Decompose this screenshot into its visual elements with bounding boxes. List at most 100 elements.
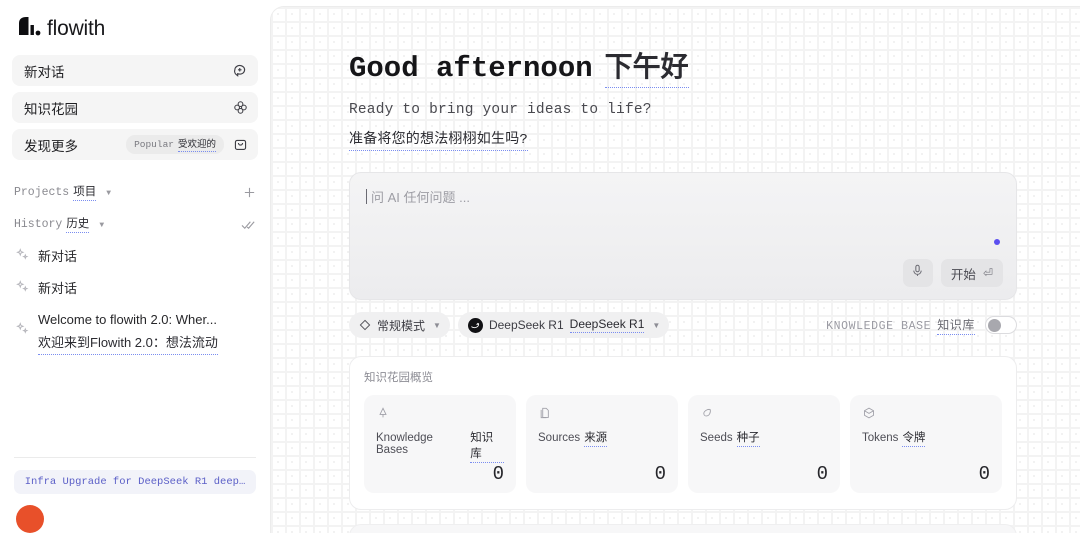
history-item-title: 新对话 <box>38 280 78 296</box>
stat-tile-name: Sources 来源 <box>538 429 666 447</box>
brand-name: flowith <box>47 16 106 40</box>
section-label-projects: Projects 项目 ▼ <box>14 183 111 201</box>
double-check-icon[interactable] <box>241 218 256 231</box>
avatar[interactable] <box>16 505 44 533</box>
chevron-down-icon: ▼ <box>652 320 661 330</box>
model-selector[interactable]: DeepSeek R1 DeepSeek R1 ▼ <box>457 312 670 338</box>
chevron-down-icon: ▼ <box>106 189 112 198</box>
stat-name-en: Knowledge Bases <box>376 432 433 456</box>
mode-label: 常规模式 <box>377 318 426 333</box>
chevron-down-icon: ▼ <box>99 221 105 230</box>
status-dot <box>994 239 1000 245</box>
tree-icon <box>376 405 504 421</box>
return-key-icon: ⏎ <box>982 266 993 280</box>
seed-icon <box>700 405 828 421</box>
list-item[interactable]: Welcome to flowith 2.0: Wher... 欢迎来到Flow… <box>10 305 260 360</box>
stat-name-zh: 令牌 <box>902 429 926 447</box>
flowith-logo-icon <box>16 16 42 41</box>
greeting-zh: 下午好 <box>604 45 689 88</box>
mode-selector[interactable]: 常规模式 ▼ <box>349 312 450 338</box>
sidebar-item-label: 新对话 <box>24 64 65 80</box>
stat-tile-name: Tokens 令牌 <box>862 429 990 447</box>
section-label-en: History <box>14 218 63 231</box>
main-content: Good afternoon 下午好 Ready to bring your i… <box>271 7 1080 533</box>
model-label-zh: DeepSeek R1 <box>569 317 645 333</box>
popular-badge-en: Popular <box>134 138 174 150</box>
knowledge-base-label-en: KNOWLEDGE BASE <box>826 319 932 333</box>
history-list: 新对话 新对话 Welcome to flowith 2.0: Wher... … <box>0 236 270 360</box>
stat-name-zh: 种子 <box>736 429 760 447</box>
text-caret <box>366 189 367 204</box>
stat-tile-name: Knowledge Bases 知识库 <box>376 429 504 463</box>
toggle-knob <box>988 319 1001 332</box>
start-button-label: 开始 <box>950 267 976 282</box>
stat-tile-tokens[interactable]: Tokens 令牌 0 <box>850 395 1002 493</box>
main-wrapper: Good afternoon 下午好 Ready to bring your i… <box>270 0 1080 533</box>
sidebar-footer: Infra Upgrade for DeepSeek R1 deep… <box>0 457 270 494</box>
knowledge-base-toggle[interactable] <box>985 316 1017 334</box>
stat-tile-knowledge-bases[interactable]: Knowledge Bases 知识库 0 <box>364 395 516 493</box>
chat-plus-icon <box>232 63 248 79</box>
section-label-zh: 项目 <box>73 183 97 201</box>
microphone-icon <box>911 264 924 282</box>
composer-toolbar: 常规模式 ▼ DeepSeek R1 DeepSeek R1 ▼ KNOWLED… <box>349 312 1017 338</box>
history-item-title-en: Welcome to flowith 2.0: Wher... <box>38 312 217 327</box>
stat-name-en: Seeds <box>700 432 733 444</box>
sparkle-icon <box>16 322 30 340</box>
document-icon <box>538 405 666 421</box>
sidebar-section-projects[interactable]: Projects 项目 ▼ <box>0 180 270 204</box>
model-label-en: DeepSeek R1 <box>488 318 564 332</box>
sidebar-item-discover-more[interactable]: 发现更多 Popular 受欢迎的 <box>12 129 258 160</box>
prompt-composer[interactable]: 问 AI 任何问题 ... 开始 ⏎ <box>349 172 1017 300</box>
overview-tiles: Knowledge Bases 知识库 0 Sources 来源 0 Seeds… <box>364 395 1002 493</box>
composer-actions: 开始 ⏎ <box>902 259 1003 287</box>
add-project-button[interactable] <box>243 186 256 199</box>
app-root: flowith 新对话 知识花园 发现更多 Popular 受欢迎的 Proje… <box>0 0 1080 533</box>
microphone-button[interactable] <box>902 259 933 287</box>
knowledge-garden-overview-card: 知识花园概览 Knowledge Bases 知识库 0 Sources 来源 … <box>349 356 1017 510</box>
sidebar-nav: 新对话 知识花园 发现更多 Popular 受欢迎的 <box>0 55 270 160</box>
page-title: Good afternoon 下午好 <box>349 45 1034 88</box>
footer-divider <box>14 457 256 458</box>
sparkle-icon <box>16 279 30 298</box>
sidebar-item-label: 发现更多 <box>24 138 78 154</box>
sidebar-section-history[interactable]: History 历史 ▼ <box>0 212 270 236</box>
cube-icon <box>862 405 990 421</box>
stat-name-zh: 来源 <box>584 429 608 447</box>
knowledge-base-label: KNOWLEDGE BASE 知识库 <box>826 316 975 335</box>
stat-tile-value: 0 <box>654 463 666 485</box>
history-item-title: 新对话 <box>38 249 78 264</box>
upgrade-banner[interactable]: Infra Upgrade for DeepSeek R1 deep… <box>14 470 256 494</box>
list-item[interactable]: 新对话 <box>10 242 260 272</box>
subtitle-zh-wrap: 准备将您的想法栩栩如生吗? <box>349 128 1034 151</box>
greeting-en: Good afternoon <box>349 52 593 85</box>
knowledge-base-label-zh: 知识库 <box>937 316 975 335</box>
prompt-input-placeholder[interactable]: 问 AI 任何问题 ... <box>366 187 1000 206</box>
stat-name-en: Sources <box>538 432 581 444</box>
manage-knowledge-base-row[interactable]: 管理你的知识库 › <box>349 524 1017 533</box>
sidebar-item-label: 知识花园 <box>24 101 78 117</box>
brand-logo[interactable]: flowith <box>0 0 270 55</box>
chevron-down-icon: ▼ <box>433 320 441 330</box>
stat-tile-value: 0 <box>978 463 990 485</box>
stat-tile-value: 0 <box>816 463 828 485</box>
bag-icon <box>232 137 248 153</box>
prompt-placeholder-text: 问 AI 任何问题 ... <box>371 190 470 205</box>
sparkle-icon <box>16 248 30 266</box>
section-label-en: Projects <box>14 186 70 199</box>
stat-tile-sources[interactable]: Sources 来源 0 <box>526 395 678 493</box>
stat-tile-name: Seeds 种子 <box>700 429 828 447</box>
popular-badge: Popular 受欢迎的 <box>126 135 224 154</box>
history-item-bilingual: Welcome to flowith 2.0: Wher... 欢迎来到Flow… <box>38 310 218 355</box>
sidebar-item-knowledge-garden[interactable]: 知识花园 <box>12 92 258 123</box>
knowledge-base-toggle-group: KNOWLEDGE BASE 知识库 <box>826 316 1017 335</box>
sidebar-item-new-chat[interactable]: 新对话 <box>12 55 258 86</box>
stat-name-en: Tokens <box>862 432 899 444</box>
start-button[interactable]: 开始 ⏎ <box>940 259 1003 287</box>
overview-title: 知识花园概览 <box>364 372 433 384</box>
diamond-icon <box>359 319 371 331</box>
stat-tile-seeds[interactable]: Seeds 种子 0 <box>688 395 840 493</box>
history-item-title-zh: 欢迎来到Flowith 2.0：想法流动 <box>38 333 218 355</box>
list-item[interactable]: 新对话 <box>10 274 260 304</box>
stat-tile-value: 0 <box>492 463 504 485</box>
